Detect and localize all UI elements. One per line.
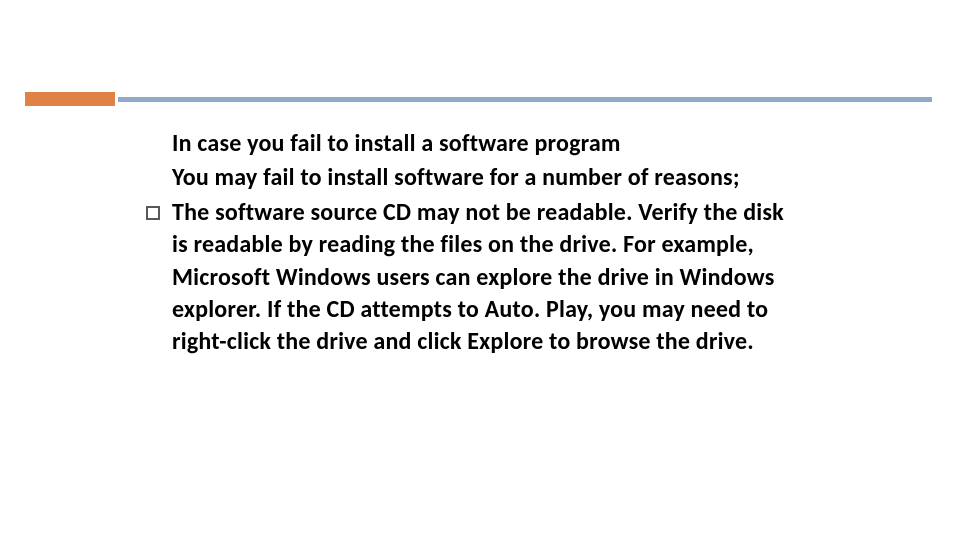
accent-bar-blue	[118, 97, 932, 102]
header-rule	[0, 92, 960, 106]
slide-content: In case you fail to install a software p…	[172, 128, 792, 359]
slide-intro: You may fail to install software for a n…	[172, 162, 792, 194]
slide-heading: In case you fail to install a software p…	[172, 128, 792, 160]
bullet-item: The software source CD may not be readab…	[172, 197, 792, 359]
square-bullet-icon	[146, 206, 160, 220]
bullet-text: The software source CD may not be readab…	[172, 197, 792, 359]
slide: In case you fail to install a software p…	[0, 0, 960, 540]
accent-bar-orange	[25, 92, 115, 106]
